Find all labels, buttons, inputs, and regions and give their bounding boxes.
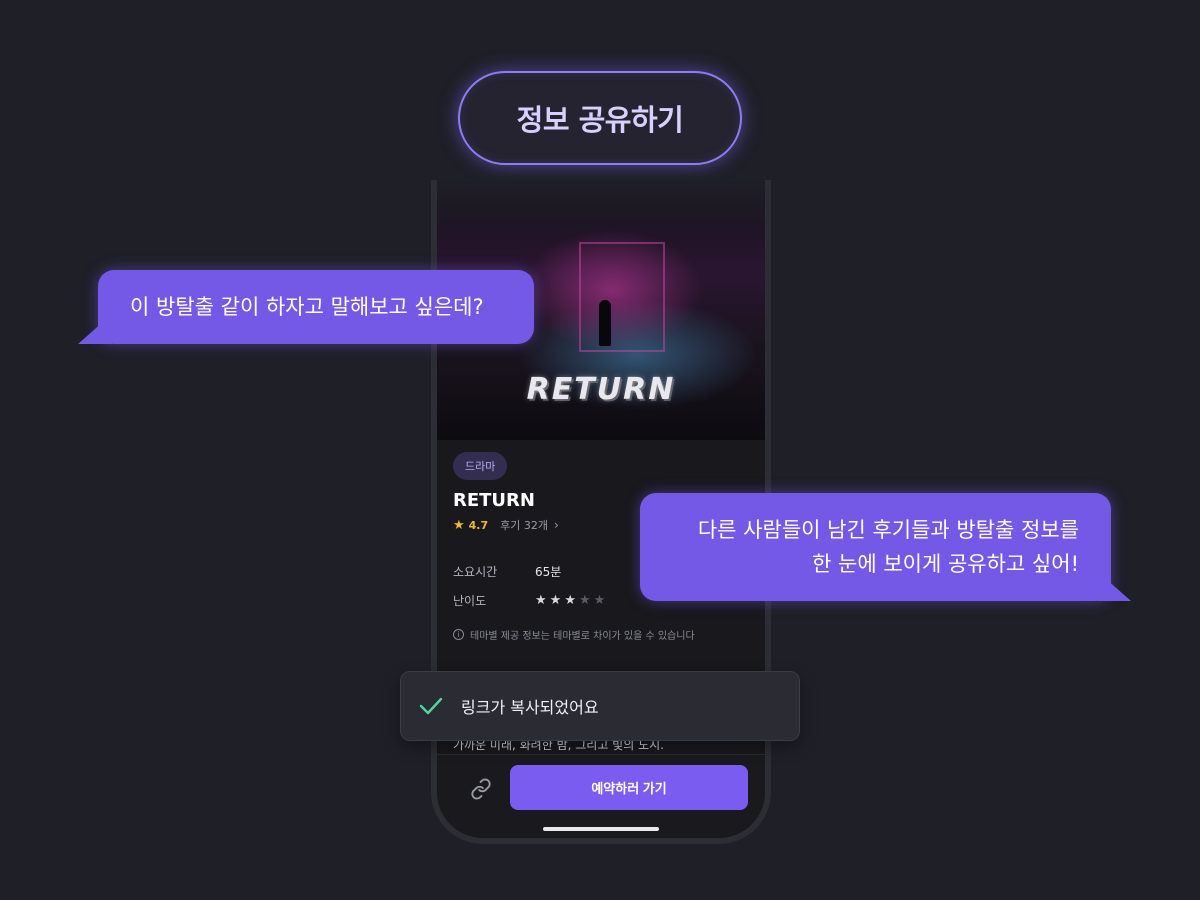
bottom-action-bar: 예약하러 가기 (437, 754, 765, 838)
chat-bubble-text: 이 방탈출 같이 하자고 말해보고 싶은데? (130, 295, 484, 319)
notice-text: 테마별 제공 정보는 테마별로 차이가 있을 수 있습니다 (470, 631, 695, 642)
reserve-button[interactable]: 예약하러 가기 (510, 765, 748, 810)
info-notice: i 테마별 제공 정보는 테마별로 차이가 있을 수 있습니다 (453, 627, 753, 642)
page-title: 정보 공유하기 (516, 103, 684, 137)
star-empty-icon: ★ (578, 593, 591, 608)
check-icon (419, 696, 447, 716)
chat-bubble-left: 이 방탈출 같이 하자고 말해보고 싶은데? (78, 270, 534, 344)
info-value: 65분 (535, 565, 562, 579)
difficulty-stars: ★ ★ ★ ★ ★ (535, 593, 608, 608)
reviews-link[interactable]: 후기 32개 (500, 517, 548, 533)
rating-score: 4.7 (468, 518, 489, 532)
info-label: 난이도 (453, 594, 487, 608)
toast-message: 링크가 복사되었어요 (461, 698, 599, 717)
info-label: 소요시간 (453, 565, 498, 579)
chevron-right-icon: › (554, 518, 559, 532)
chat-bubble-text-line2: 한 눈에 보이게 공유하고 싶어! (812, 552, 1079, 576)
star-filled-icon: ★ (535, 593, 547, 608)
copy-link-button[interactable] (461, 773, 501, 805)
link-icon (471, 778, 491, 800)
info-icon: i (453, 629, 464, 640)
share-info-title-pill: 정보 공유하기 (458, 71, 742, 165)
poster-silhouette-art (599, 300, 611, 346)
genre-badge: 드라마 (453, 452, 508, 480)
link-copied-toast: 링크가 복사되었어요 (400, 671, 800, 741)
poster-door-art (579, 242, 665, 352)
chat-bubble-right: 다른 사람들이 남긴 후기들과 방탈출 정보를 한 눈에 보이게 공유하고 싶어… (640, 493, 1131, 601)
star-filled-icon: ★ (564, 593, 576, 608)
star-icon: ★ (453, 517, 465, 533)
star-empty-icon: ★ (593, 593, 606, 608)
home-indicator (543, 827, 659, 831)
poster-title-art: RETURN (526, 372, 676, 407)
star-filled-icon: ★ (549, 593, 562, 608)
chat-bubble-text-line1: 다른 사람들이 남긴 후기들과 방탈출 정보를 (697, 518, 1079, 542)
